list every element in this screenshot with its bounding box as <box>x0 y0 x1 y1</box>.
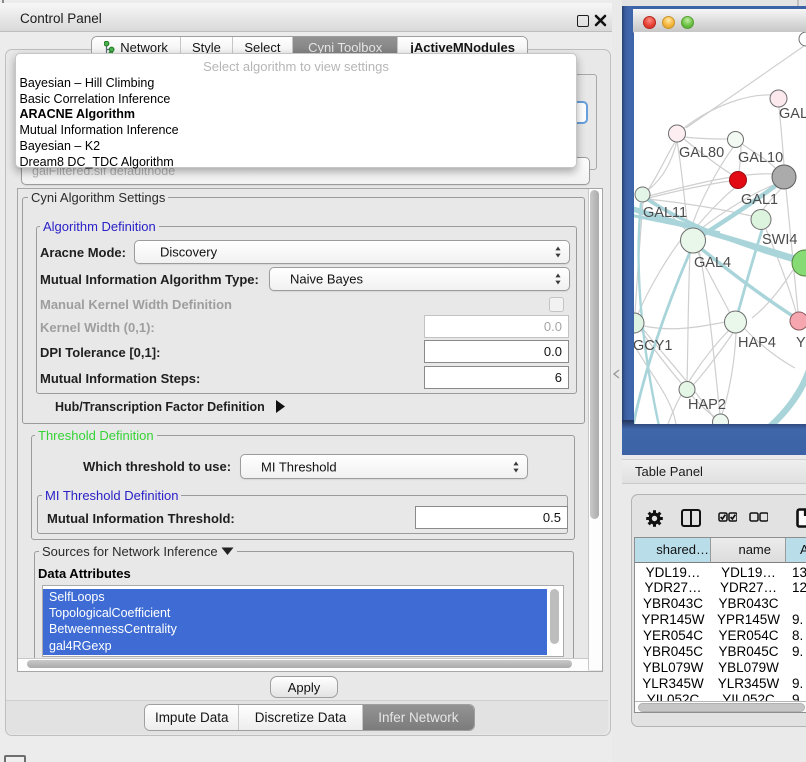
svg-text:GAL11: GAL11 <box>643 205 687 221</box>
svg-text:HAP2: HAP2 <box>688 397 726 413</box>
svg-text:HAP4: HAP4 <box>738 335 776 351</box>
svg-text:GAL1: GAL1 <box>741 192 778 208</box>
svg-text:GAL4: GAL4 <box>694 255 731 271</box>
svg-text:GCY1: GCY1 <box>634 338 673 354</box>
svg-text:GAL7: GAL7 <box>779 106 806 122</box>
svg-text:GAL10: GAL10 <box>738 150 783 166</box>
svg-text:Y: Y <box>796 335 806 351</box>
svg-text:GAL80: GAL80 <box>679 145 724 161</box>
svg-text:SWI4: SWI4 <box>762 232 797 248</box>
